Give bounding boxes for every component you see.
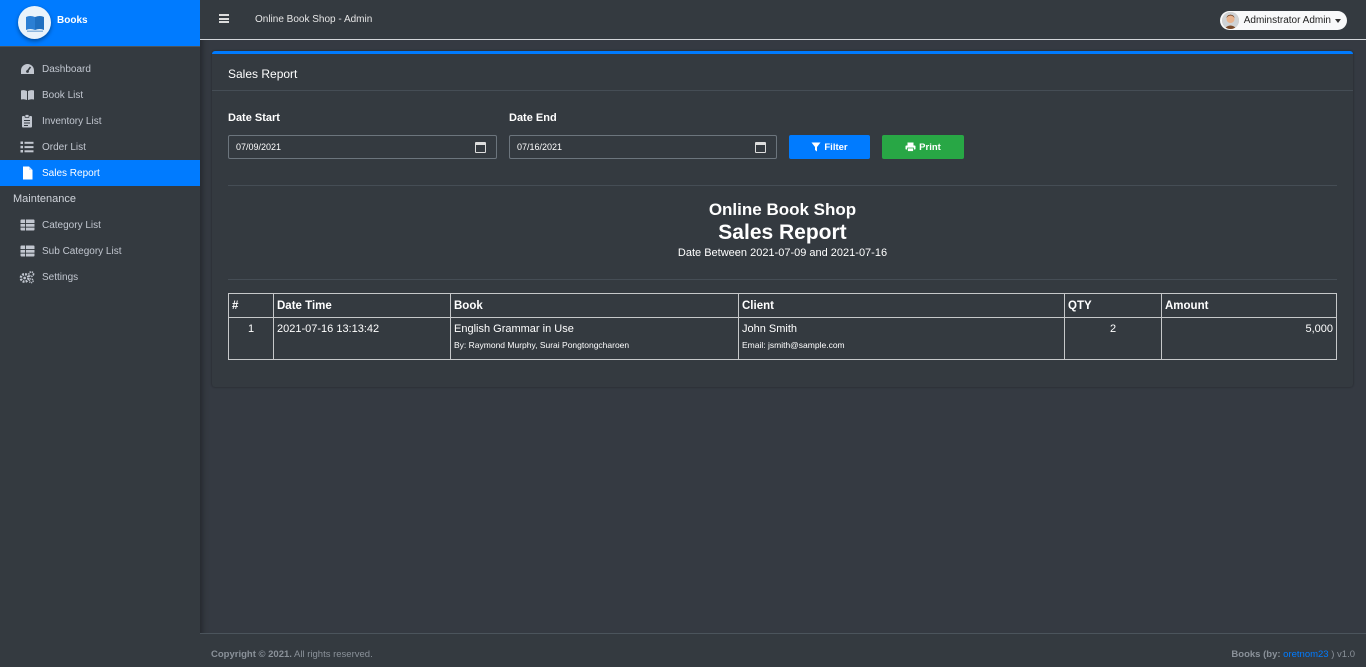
filter-button[interactable]: Filter xyxy=(789,135,870,159)
table-row: 1 2021-07-16 13:13:42 English Grammar in… xyxy=(228,317,1337,360)
card-title: Sales Report xyxy=(212,54,1353,91)
date-start-input[interactable]: 07/09/2021 xyxy=(228,135,497,159)
table-header-row: # Date Time Book Client QTY Amount xyxy=(228,293,1337,318)
row-book: English Grammar in Use By: Raymond Murph… xyxy=(450,317,739,360)
app-title: Online Book Shop - Admin xyxy=(255,14,373,25)
divider xyxy=(228,279,1337,280)
print-button[interactable]: Print xyxy=(882,135,964,159)
rights-text: All rights reserved. xyxy=(294,649,373,660)
copyright-text: Copyright © 2021. xyxy=(211,649,292,660)
footer-copyright: Copyright © 2021. All rights reserved. xyxy=(211,649,373,660)
cogs-icon xyxy=(19,270,35,284)
print-icon xyxy=(905,142,916,152)
calendar-icon[interactable] xyxy=(755,142,766,153)
column-header-index: # xyxy=(228,293,274,318)
sidebar-item-sales-report[interactable]: Sales Report xyxy=(0,160,200,186)
menu-toggle-icon[interactable] xyxy=(219,14,229,23)
footer: Copyright © 2021. All rights reserved. B… xyxy=(200,633,1366,667)
sidebar-item-label: Dashboard xyxy=(42,63,91,75)
report-title: Sales Report xyxy=(718,221,847,244)
brand-link[interactable]: Books xyxy=(0,0,200,47)
file-icon xyxy=(19,166,35,180)
column-header-qty: QTY xyxy=(1064,293,1162,318)
sidebar-nav: Dashboard Book List Inventory List Order… xyxy=(0,47,200,290)
filter-button-label: Filter xyxy=(824,141,848,153)
row-index: 1 xyxy=(228,317,274,360)
row-qty: 2 xyxy=(1064,317,1162,360)
table-icon xyxy=(19,244,35,258)
clipboard-icon xyxy=(19,114,35,128)
report-shop-name: Online Book Shop xyxy=(708,200,857,219)
nav-section-header: Maintenance xyxy=(13,193,76,205)
sidebar-item-label: Settings xyxy=(42,271,79,283)
sales-report-card: Sales Report Date Start 07/09/2021 Date … xyxy=(212,51,1353,387)
sidebar-item-label: Order List xyxy=(42,141,86,153)
book-logo-icon xyxy=(18,6,51,39)
calendar-icon[interactable] xyxy=(475,142,486,153)
client-name: John Smith xyxy=(742,323,798,335)
sidebar-item-inventory-list[interactable]: Inventory List xyxy=(0,108,200,134)
column-header-book: Book xyxy=(450,293,739,318)
top-navbar: Online Book Shop - Admin Adminstrator Ad… xyxy=(200,0,1366,40)
chevron-down-icon xyxy=(1335,18,1341,23)
column-header-client: Client xyxy=(738,293,1065,318)
sidebar-item-sub-category-list[interactable]: Sub Category List xyxy=(0,238,200,264)
sidebar-item-label: Inventory List xyxy=(42,115,102,127)
table-icon xyxy=(19,218,35,232)
sales-table: # Date Time Book Client QTY Amount 1 202… xyxy=(228,293,1337,360)
sidebar-item-label: Category List xyxy=(42,219,101,231)
sidebar-item-settings[interactable]: Settings xyxy=(0,264,200,290)
report-heading: Online Book Shop Sales Report Date Betwe… xyxy=(228,200,1337,259)
report-date-range: Date Between 2021-07-09 and 2021-07-16 xyxy=(677,247,888,259)
list-icon xyxy=(19,140,35,154)
column-header-amount: Amount xyxy=(1161,293,1337,318)
sidebar-item-book-list[interactable]: Book List xyxy=(0,82,200,108)
sidebar-item-label: Sub Category List xyxy=(42,245,122,257)
avatar xyxy=(1221,12,1239,29)
author-link[interactable]: oretnom23 xyxy=(1283,649,1328,660)
sidebar-item-label: Sales Report xyxy=(42,167,100,179)
row-amount: 5,000 xyxy=(1161,317,1337,360)
sidebar-item-category-list[interactable]: Category List xyxy=(0,212,200,238)
book-authors: By: Raymond Murphy, Surai Pongtongcharoe… xyxy=(454,340,630,350)
footer-version: ) v1.0 xyxy=(1331,649,1355,660)
footer-app-name: Books xyxy=(1231,649,1261,660)
sidebar-item-order-list[interactable]: Order List xyxy=(0,134,200,160)
sidebar: Books Dashboard Book List Inventory List… xyxy=(0,0,200,667)
date-end-label: Date End xyxy=(509,112,557,124)
user-dropdown[interactable]: Adminstrator Admin xyxy=(1219,11,1347,30)
print-button-label: Print xyxy=(919,141,941,153)
book-open-icon xyxy=(19,88,35,102)
date-start-label: Date Start xyxy=(228,112,280,124)
footer-credits: Books (by: oretnom23 ) v1.0 xyxy=(1231,649,1355,660)
date-end-value: 07/16/2021 xyxy=(517,142,563,152)
filter-icon xyxy=(811,142,821,152)
sidebar-item-dashboard[interactable]: Dashboard xyxy=(0,56,200,82)
row-datetime: 2021-07-16 13:13:42 xyxy=(273,317,451,360)
client-email: Email: jsmith@sample.com xyxy=(742,340,845,350)
user-name: Adminstrator Admin xyxy=(1243,15,1331,26)
row-client: John Smith Email: jsmith@sample.com xyxy=(738,317,1065,360)
brand-name: Books xyxy=(57,15,88,26)
sidebar-item-label: Book List xyxy=(42,89,84,101)
book-title: English Grammar in Use xyxy=(454,323,574,335)
date-start-value: 07/09/2021 xyxy=(236,142,282,152)
footer-by-label: (by: xyxy=(1263,649,1281,660)
column-header-datetime: Date Time xyxy=(273,293,451,318)
date-end-input[interactable]: 07/16/2021 xyxy=(509,135,777,159)
dashboard-icon xyxy=(19,62,35,76)
divider xyxy=(228,185,1337,186)
